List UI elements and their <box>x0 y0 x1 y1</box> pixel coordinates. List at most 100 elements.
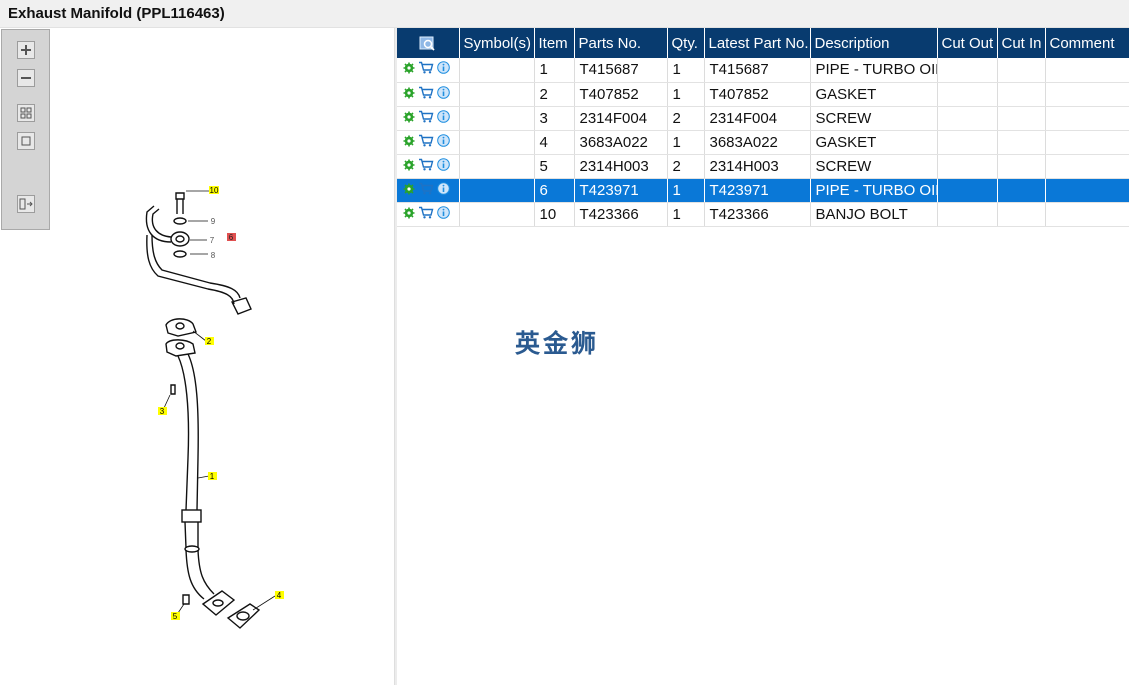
symbols-cell <box>459 178 535 203</box>
cut-out-cell <box>937 130 998 155</box>
part-info-button[interactable] <box>437 61 450 78</box>
gear-icon <box>403 159 415 170</box>
add-to-cart-button[interactable] <box>418 134 434 151</box>
cut-in-cell <box>997 154 1046 179</box>
callout-5-label: 5 <box>173 612 178 621</box>
info-icon <box>437 133 450 147</box>
cart-icon <box>419 182 434 194</box>
row-actions <box>397 82 460 107</box>
column-header-comment[interactable]: Comment <box>1045 28 1129 58</box>
row-actions <box>397 154 460 179</box>
cut-out-cell <box>937 58 998 83</box>
column-header-symbols[interactable]: Symbol(s) <box>459 28 535 58</box>
search-columns-icon <box>419 36 435 51</box>
comment-cell <box>1045 202 1129 227</box>
part-info-button[interactable] <box>437 205 450 223</box>
table-row[interactable]: 5 2314H003 2 2314H003 SCREW <box>397 154 1129 179</box>
table-row[interactable]: 6T4239711T423971PIPE - TURBO OIL FEED <box>397 178 1129 203</box>
description-cell: SCREW <box>810 154 938 179</box>
parts-table: Symbol(s) Item Parts No. Qty. Latest Par… <box>397 28 1129 227</box>
item-cell: 3 <box>534 106 575 131</box>
fit-selection-button[interactable] <box>17 132 35 150</box>
description-cell: BANJO BOLT <box>810 202 938 227</box>
zoom-in-icon <box>21 45 31 55</box>
title-bar: Exhaust Manifold (PPL116463) <box>0 0 1129 28</box>
column-header-qty[interactable]: Qty. <box>667 28 705 58</box>
part-info-button[interactable] <box>437 133 450 151</box>
zoom-out-icon <box>21 77 31 79</box>
cut-in-cell <box>997 130 1046 155</box>
column-header-tools[interactable] <box>397 28 460 58</box>
row-actions <box>397 130 460 155</box>
column-header-item[interactable]: Item <box>534 28 575 58</box>
comment-cell <box>1045 106 1129 131</box>
add-to-cart-button[interactable] <box>418 86 434 103</box>
comment-cell <box>1045 178 1129 203</box>
column-header-latest-part-no[interactable]: Latest Part No. <box>704 28 811 58</box>
add-to-cart-button[interactable] <box>418 182 434 199</box>
part-info-button[interactable] <box>437 109 450 127</box>
column-header-cut-in[interactable]: Cut In <box>997 28 1046 58</box>
latest-part-no-cell: 3683A022 <box>704 130 811 155</box>
description-cell: GASKET <box>810 130 938 155</box>
exploded-diagram[interactable]: 10 9 7 6 8 2 3 1 4 5 <box>0 28 394 685</box>
fit-selection-icon <box>21 136 31 146</box>
row-settings-button[interactable] <box>403 110 415 127</box>
table-row[interactable]: 2 T407852 1 T407852 GASKET <box>397 82 1129 107</box>
callout-3-label: 3 <box>160 407 165 416</box>
qty-cell: 2 <box>667 154 705 179</box>
cut-out-cell <box>937 154 998 179</box>
row-actions <box>397 202 460 227</box>
info-icon <box>437 109 450 123</box>
column-header-cut-out[interactable]: Cut Out <box>937 28 998 58</box>
part-info-button[interactable] <box>437 85 450 103</box>
column-header-parts-no[interactable]: Parts No. <box>574 28 668 58</box>
info-icon <box>437 61 450 75</box>
window-title: Exhaust Manifold (PPL116463) <box>8 5 225 22</box>
qty-cell: 1 <box>667 202 705 227</box>
column-header-description[interactable]: Description <box>810 28 938 58</box>
row-settings-button[interactable] <box>403 182 415 199</box>
fit-all-button[interactable] <box>17 104 35 122</box>
parts-table-pane: Symbol(s) Item Parts No. Qty. Latest Par… <box>397 28 1129 685</box>
cart-icon <box>419 62 434 74</box>
description-cell: PIPE - TURBO OIL RETURN <box>810 58 938 83</box>
row-settings-button[interactable] <box>403 86 415 103</box>
table-row[interactable]: 3 2314F004 2 2314F004 SCREW <box>397 106 1129 131</box>
diagram-pane[interactable]: 10 9 7 6 8 2 3 1 4 5 <box>0 28 394 685</box>
part-info-button[interactable] <box>437 157 450 175</box>
add-to-cart-button[interactable] <box>418 206 434 223</box>
cut-in-cell <box>997 178 1046 203</box>
cut-in-cell <box>997 58 1046 83</box>
row-settings-button[interactable] <box>403 61 415 78</box>
table-row[interactable]: 4 3683A022 1 3683A022 GASKET <box>397 130 1129 155</box>
part-no-cell: T423971 <box>574 178 668 203</box>
cart-icon <box>419 110 434 122</box>
table-row[interactable]: 1T4156871T415687PIPE - TURBO OIL RETURN <box>397 58 1129 83</box>
part-no-cell: T407852 <box>574 82 668 107</box>
add-to-cart-button[interactable] <box>418 158 434 175</box>
row-settings-button[interactable] <box>403 206 415 223</box>
row-settings-button[interactable] <box>403 158 415 175</box>
part-no-cell: T423366 <box>574 202 668 227</box>
latest-part-no-cell: 2314F004 <box>704 106 811 131</box>
zoom-in-button[interactable] <box>17 41 35 59</box>
row-settings-button[interactable] <box>403 134 415 151</box>
symbols-cell <box>459 82 535 107</box>
part-no-cell: T415687 <box>574 58 668 83</box>
info-icon <box>437 181 450 195</box>
item-cell: 1 <box>534 58 575 83</box>
split-view-button[interactable] <box>17 195 35 213</box>
cut-out-cell <box>937 106 998 131</box>
table-row[interactable]: 10 T423366 1 T423366 BANJO BOLT <box>397 202 1129 227</box>
qty-cell: 2 <box>667 106 705 131</box>
item-cell: 4 <box>534 130 575 155</box>
info-icon <box>437 205 450 219</box>
zoom-out-button[interactable] <box>17 69 35 87</box>
symbols-cell <box>459 154 535 179</box>
part-info-button[interactable] <box>437 181 450 199</box>
add-to-cart-button[interactable] <box>418 61 434 78</box>
callout-4-label: 4 <box>277 591 282 600</box>
add-to-cart-button[interactable] <box>418 110 434 127</box>
gear-icon <box>403 207 415 218</box>
